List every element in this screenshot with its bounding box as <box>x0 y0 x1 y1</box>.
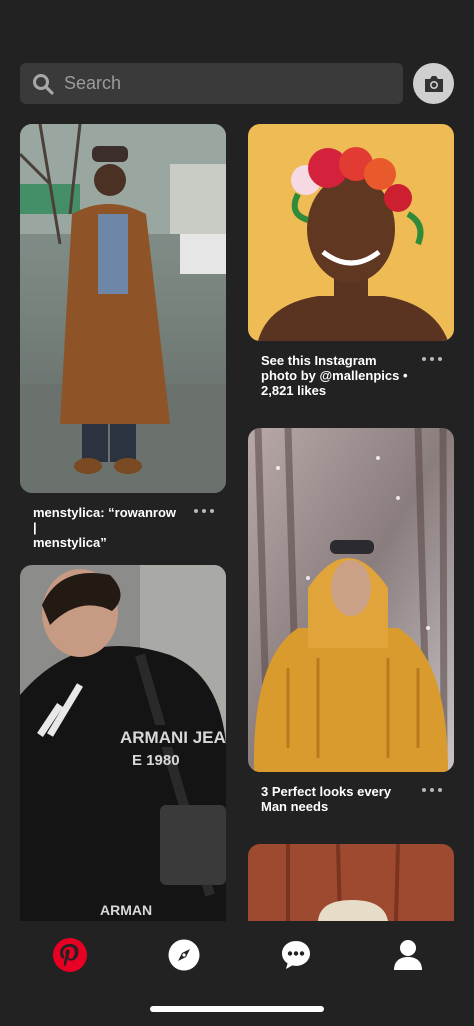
pin-image-wood-hat[interactable] <box>248 844 454 921</box>
chat-bubble-icon <box>282 941 310 969</box>
tab-messages[interactable] <box>276 935 316 975</box>
pin-caption-line: Man needs <box>261 799 329 814</box>
compass-icon <box>168 939 200 971</box>
dot-icon <box>422 788 426 792</box>
search-icon <box>33 73 54 95</box>
pin-caption[interactable]: 3 Perfect looks every Man needs <box>261 784 411 814</box>
more-options-button[interactable] <box>422 354 442 364</box>
dot-icon <box>430 788 434 792</box>
pin-caption-line: photo by @mallenpics • <box>261 368 408 383</box>
tab-profile[interactable] <box>388 935 428 975</box>
pin-image-brown-coat[interactable] <box>20 124 226 493</box>
dot-icon <box>210 509 214 513</box>
dot-icon <box>438 357 442 361</box>
pin-image-flower-crown[interactable] <box>248 124 454 341</box>
pin-caption-line: menstylica: “rowanrow | <box>33 505 177 535</box>
svg-text:ARMANI JEA: ARMANI JEA <box>120 728 226 747</box>
camera-icon <box>424 75 443 92</box>
pin-caption-line: 2,821 likes <box>261 383 327 398</box>
pin-caption[interactable]: menstylica: “rowanrow | menstylica” <box>33 505 183 550</box>
pin-caption-line: 3 Perfect looks every <box>261 784 392 799</box>
pin-caption-line: menstylica” <box>33 535 107 550</box>
pin-caption-line: See this Instagram <box>261 353 377 368</box>
dot-icon <box>438 788 442 792</box>
more-options-button[interactable] <box>422 785 442 795</box>
tab-explore[interactable] <box>164 935 204 975</box>
pin-image-leather-jacket[interactable]: ARMANI JEA E 1980 ARMAN <box>20 565 226 921</box>
dot-icon <box>194 509 198 513</box>
camera-search-button[interactable] <box>413 63 454 104</box>
search-input[interactable] <box>64 73 364 94</box>
dot-icon <box>202 509 206 513</box>
user-icon <box>394 940 422 970</box>
more-options-button[interactable] <box>194 506 214 516</box>
svg-text:ARMAN: ARMAN <box>100 902 152 918</box>
pin-caption[interactable]: See this Instagram photo by @mallenpics … <box>261 353 411 398</box>
tab-home[interactable] <box>50 935 90 975</box>
pin-image-yellow-puffer[interactable] <box>248 428 454 772</box>
svg-text:E 1980: E 1980 <box>132 752 180 769</box>
dot-icon <box>430 357 434 361</box>
search-bar[interactable] <box>20 63 403 104</box>
home-indicator <box>150 1006 324 1012</box>
pinterest-logo-icon <box>53 938 87 972</box>
dot-icon <box>422 357 426 361</box>
